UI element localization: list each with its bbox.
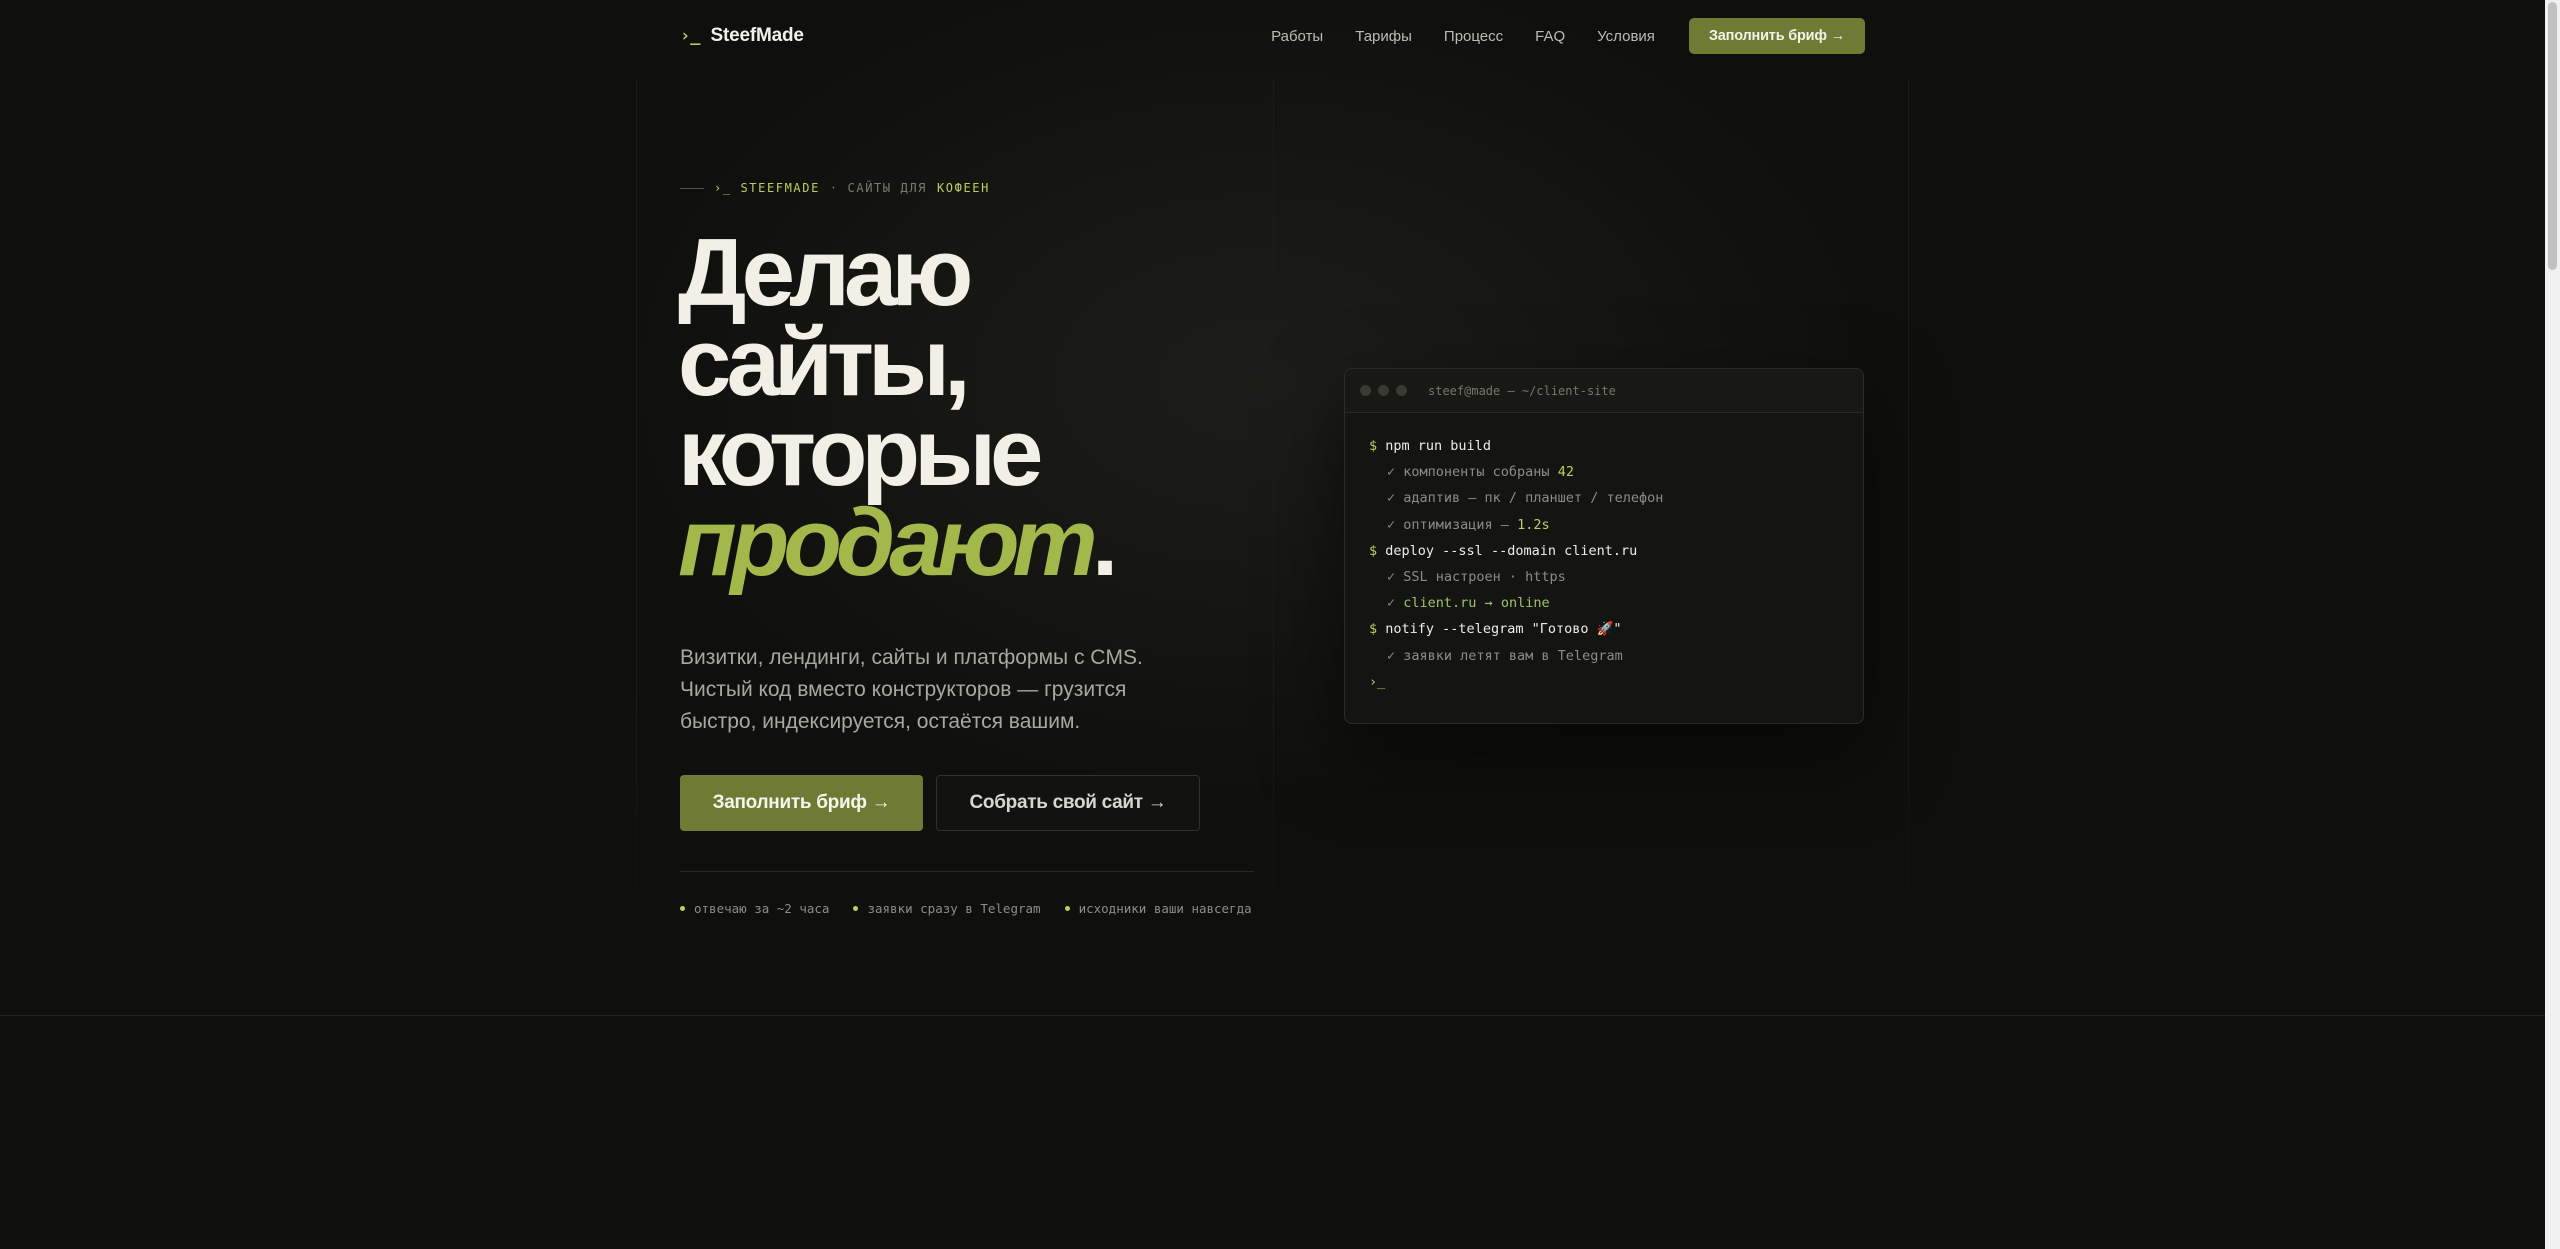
eyebrow-text: · САЙТЫ ДЛЯ	[829, 181, 927, 195]
guide-line	[1908, 80, 1909, 940]
badge-text: отвечаю за ~2 часа	[694, 901, 830, 916]
window-close-icon	[1360, 385, 1371, 396]
build-site-button[interactable]: Собрать свой сайт →	[936, 775, 1200, 831]
hero-title-line: которые	[678, 399, 1043, 506]
terminal-output: ✓ компоненты собраны	[1387, 464, 1550, 481]
hero-title-line-accent: продают.	[678, 495, 1118, 591]
hero-title-dot: .	[1091, 489, 1119, 596]
hero-divider	[680, 871, 1254, 872]
badge: отвечаю за ~2 часа	[680, 901, 829, 916]
terminal-output-online: client.ru → online	[1403, 595, 1550, 612]
terminal-command-line: $ notify --telegram "Готово 🚀"	[1369, 616, 1839, 642]
hero-eyebrow: ›_ STEEFMADE · САЙТЫ ДЛЯ КОФЕЕН	[680, 181, 990, 195]
header-brief-button[interactable]: Заполнить бриф →	[1688, 18, 1865, 54]
terminal-title: steef@made — ~/client-site	[1428, 383, 1616, 398]
site-header: ›_ SteefMade Работы Тарифы Процесс FAQ У…	[680, 16, 1865, 56]
terminal-output-line: ✓ адаптив — пк / планшет / телефон	[1369, 485, 1839, 511]
terminal-body: $ npm run build ✓ компоненты собраны 42 …	[1345, 413, 1863, 715]
terminal-command: notify --telegram "Готово 🚀"	[1385, 621, 1622, 638]
terminal-output-line: ✓ оптимизация — 1.2s	[1369, 512, 1839, 538]
window-maximize-icon	[1396, 385, 1407, 396]
nav-link-faq[interactable]: FAQ	[1535, 28, 1565, 45]
nav-link-process[interactable]: Процесс	[1444, 28, 1503, 45]
badge: исходники ваши навсегда	[1064, 901, 1252, 916]
dot-icon	[853, 906, 859, 911]
guide-line	[636, 80, 637, 940]
terminal-output-line: ✓ заявки летят вам в Telegram	[1369, 643, 1839, 669]
dot-icon	[680, 906, 685, 911]
terminal-output-line: ✓ client.ru → online	[1369, 590, 1839, 616]
badge-text: исходники ваши навсегда	[1078, 901, 1252, 916]
hero-title-line: Делаю	[678, 219, 973, 326]
terminal-titlebar: steef@made — ~/client-site	[1345, 369, 1863, 413]
main-nav: Работы Тарифы Процесс FAQ Условия Заполн…	[1239, 18, 1865, 54]
terminal-output: ✓ SSL настроен · https	[1387, 569, 1566, 586]
badge-text: заявки сразу в Telegram	[867, 901, 1041, 916]
nav-link-pricing[interactable]: Тарифы	[1355, 28, 1412, 45]
window-minimize-icon	[1378, 385, 1389, 396]
page: ›_ SteefMade Работы Тарифы Процесс FAQ У…	[0, 0, 2545, 1249]
check-icon: ✓	[1387, 595, 1396, 612]
terminal-prompt: $	[1369, 542, 1378, 559]
eyebrow-line	[680, 187, 704, 189]
brand-name: SteefMade	[710, 25, 804, 46]
terminal-command-line: $ npm run build	[1369, 433, 1839, 459]
eyebrow-accent: КОФЕЕН	[936, 181, 990, 195]
section-divider	[0, 1015, 2545, 1016]
terminal-output: ✓ оптимизация —	[1387, 516, 1509, 533]
brand-logo[interactable]: ›_ SteefMade	[680, 25, 804, 47]
terminal-output-line: ✓ компоненты собраны 42	[1369, 459, 1839, 485]
guide-line	[1273, 80, 1274, 940]
terminal-window: steef@made — ~/client-site $ npm run bui…	[1344, 368, 1864, 724]
nav-link-works[interactable]: Работы	[1271, 28, 1323, 45]
terminal-output-line: ✓ SSL настроен · https	[1369, 564, 1839, 590]
terminal-command: deploy --ssl --domain client.ru	[1385, 542, 1638, 559]
fill-brief-button[interactable]: Заполнить бриф →	[680, 775, 923, 831]
terminal-output-value: 42	[1557, 464, 1574, 481]
hero-title-line: сайты,	[678, 309, 971, 416]
nav-link-terms[interactable]: Условия	[1597, 28, 1655, 45]
terminal-output-value: 1.2s	[1517, 516, 1550, 533]
scrollbar-thumb[interactable]	[2548, 2, 2557, 270]
badge: заявки сразу в Telegram	[853, 901, 1041, 916]
terminal-cursor-icon: ›_	[1369, 673, 1386, 690]
hero-subtitle: Визитки, лендинги, сайты и платформы с C…	[680, 646, 1143, 733]
terminal-cursor-line: ›_	[1369, 669, 1839, 695]
terminal-prompt-icon: ›_	[680, 26, 701, 46]
terminal-output: ✓ заявки летят вам в Telegram	[1387, 647, 1623, 664]
terminal-prompt: $	[1369, 438, 1378, 454]
terminal-command-line: $ deploy --ssl --domain client.ru	[1369, 538, 1839, 564]
page-scrollbar[interactable]	[2545, 0, 2560, 1249]
terminal-command: npm run build	[1385, 438, 1491, 454]
terminal-prompt: $	[1369, 621, 1378, 638]
terminal-output: ✓ адаптив — пк / планшет / телефон	[1387, 490, 1664, 507]
eyebrow-brand: ›_ STEEFMADE	[714, 181, 820, 195]
hero-title-accent: продают	[678, 489, 1098, 596]
hero-title: Делаю сайты, которые продают.	[678, 219, 1118, 591]
dot-icon	[1064, 906, 1070, 911]
hero-badges: отвечаю за ~2 часа заявки сразу в Telegr…	[680, 901, 1252, 916]
